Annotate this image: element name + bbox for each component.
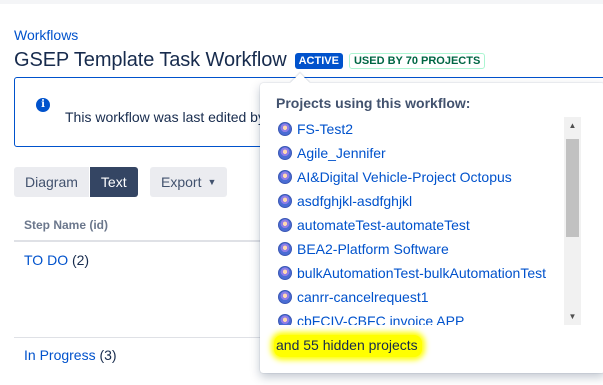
export-label: Export (161, 174, 202, 190)
project-list[interactable]: FS-Test2 Agile_Jennifer AI&Digital Vehic… (278, 117, 568, 325)
list-item[interactable]: bulkAutomationTest-bulkAutomationTest (278, 261, 568, 285)
info-text: This workflow was last edited by (65, 109, 265, 125)
table-row: TO DO (2) (24, 252, 89, 268)
project-avatar-icon (278, 266, 292, 280)
hidden-projects-note: and 55 hidden projects (274, 335, 422, 357)
step-id: (2) (71, 252, 90, 268)
project-link[interactable]: cbFCIV-CBFC invoice APP (297, 313, 464, 325)
project-avatar-icon (278, 218, 292, 232)
list-item[interactable]: canrr-cancelrequest1 (278, 285, 568, 309)
table-row: In Progress (3) (24, 347, 117, 363)
list-item[interactable]: cbFCIV-CBFC invoice APP (278, 309, 568, 325)
project-avatar-icon (278, 194, 292, 208)
text-button[interactable]: Text (89, 167, 138, 197)
step-link[interactable]: TO DO (24, 252, 68, 268)
chevron-down-icon: ▼ (207, 177, 217, 187)
status-badge: ACTIVE (294, 52, 343, 69)
used-by-projects-badge[interactable]: USED BY 70 PROJECTS (348, 52, 486, 69)
project-link[interactable]: FS-Test2 (297, 121, 353, 137)
info-icon: i (36, 98, 50, 112)
projects-popup: Projects using this workflow: FS-Test2 A… (260, 73, 603, 373)
scroll-down-arrow-icon[interactable]: ▼ (564, 308, 581, 325)
export-button[interactable]: Export ▼ (150, 167, 228, 197)
project-avatar-icon (278, 122, 292, 136)
scroll-up-arrow-icon[interactable]: ▲ (564, 117, 581, 134)
list-item[interactable]: automateTest-automateTest (278, 213, 568, 237)
step-link[interactable]: In Progress (24, 347, 96, 363)
breadcrumb-workflows[interactable]: Workflows (14, 27, 78, 43)
project-link[interactable]: bulkAutomationTest-bulkAutomationTest (297, 265, 546, 281)
project-avatar-icon (278, 242, 292, 256)
project-link[interactable]: automateTest-automateTest (297, 217, 470, 233)
list-item[interactable]: BEA2-Platform Software (278, 237, 568, 261)
project-avatar-icon (278, 170, 292, 184)
project-link[interactable]: asdfghjkl-asdfghjkl (297, 193, 412, 209)
project-list-scrollbar[interactable]: ▲ ▼ (564, 117, 581, 325)
list-item[interactable]: asdfghjkl-asdfghjkl (278, 189, 568, 213)
project-link[interactable]: Agile_Jennifer (297, 145, 386, 161)
popup-title: Projects using this workflow: (276, 95, 471, 111)
project-link[interactable]: AI&Digital Vehicle-Project Octopus (297, 169, 512, 185)
top-strip (0, 0, 603, 4)
row-divider (14, 337, 264, 338)
scroll-thumb[interactable] (566, 139, 579, 237)
list-item[interactable]: FS-Test2 (278, 117, 568, 141)
project-avatar-icon (278, 146, 292, 160)
title-row: GSEP Template Task Workflow ACTIVE USED … (14, 49, 486, 72)
column-header-step-name: Step Name (id) (24, 218, 109, 232)
list-item[interactable]: Agile_Jennifer (278, 141, 568, 165)
step-id: (3) (99, 347, 117, 363)
table-header-divider (14, 240, 264, 242)
project-avatar-icon (278, 290, 292, 304)
page-title: GSEP Template Task Workflow (14, 49, 287, 71)
view-toggle: Diagram Text (14, 167, 138, 197)
project-link[interactable]: BEA2-Platform Software (297, 241, 449, 257)
project-link[interactable]: canrr-cancelrequest1 (297, 289, 429, 305)
list-item[interactable]: AI&Digital Vehicle-Project Octopus (278, 165, 568, 189)
diagram-button[interactable]: Diagram (14, 167, 89, 197)
project-avatar-icon (278, 314, 292, 325)
